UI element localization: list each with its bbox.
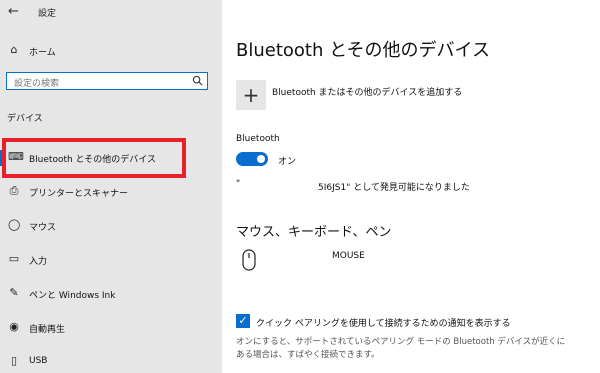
plus-icon: + <box>242 83 260 107</box>
device-name[interactable]: MOUSE <box>332 251 365 261</box>
titlebar: ← 設定 <box>0 0 222 24</box>
add-device-button[interactable]: + <box>236 80 266 110</box>
sidebar-item-pen[interactable]: ✎ ペンと Windows Ink <box>0 281 222 305</box>
section-heading: デバイス <box>7 114 43 124</box>
printer-icon: ⎙ <box>9 184 19 197</box>
sidebar-item-label: 入力 <box>29 257 48 267</box>
mouse-icon: ◯ <box>8 218 21 231</box>
highlight-box <box>2 138 186 178</box>
sidebar-item-label: マウス <box>29 223 57 233</box>
swift-pair-checkbox[interactable]: ✓ <box>236 314 250 328</box>
home-icon: ⌂ <box>10 43 18 56</box>
toggle-state-label: オン <box>278 157 297 167</box>
discoverable-quote: " <box>236 179 241 189</box>
search-placeholder: 設定の検索 <box>14 79 60 89</box>
keyboard-icon: ▭ <box>8 252 20 265</box>
autoplay-icon: ◉ <box>9 320 19 333</box>
swift-pair-label[interactable]: クイック ペアリングを使用して接続するための通知を表示する <box>256 316 511 329</box>
sidebar-item-label: ペンと Windows Ink <box>29 291 116 301</box>
sidebar-item-usb[interactable]: ▯ USB <box>0 349 222 373</box>
usb-icon: ▯ <box>10 354 18 367</box>
search-icon[interactable] <box>192 75 203 86</box>
back-arrow-icon[interactable]: ← <box>8 4 19 19</box>
add-device-label[interactable]: Bluetooth またはその他のデバイスを追加する <box>272 85 462 98</box>
main-content: Bluetooth とその他のデバイス + Bluetooth またはその他のデ… <box>222 0 600 373</box>
swift-pair-description: オンにすると、サポートされているペアリング モードの Bluetooth デバイ… <box>236 337 566 360</box>
sidebar-item-autoplay[interactable]: ◉ 自動再生 <box>0 315 222 339</box>
sidebar-item-printers[interactable]: ⎙ プリンターとスキャナー <box>0 179 222 203</box>
sidebar-item-label: プリンターとスキャナー <box>29 189 129 199</box>
sidebar-item-label: USB <box>29 356 48 366</box>
sidebar: ← 設定 ⌂ ホーム 設定の検索 デバイス ⌨ Bluetooth とその他のデ… <box>0 0 222 373</box>
sidebar-item-home[interactable]: ⌂ ホーム <box>0 40 222 60</box>
sidebar-item-label: 自動再生 <box>29 325 66 335</box>
search-input[interactable]: 設定の検索 <box>6 72 208 90</box>
pen-icon: ✎ <box>9 286 19 299</box>
mouse-icon[interactable] <box>242 249 256 271</box>
section-heading-mouse: マウス、キーボード、ペン <box>236 225 392 240</box>
sidebar-item-label: ホーム <box>29 48 56 58</box>
page-title: Bluetooth とその他のデバイス <box>236 40 491 61</box>
checkmark-icon: ✓ <box>238 314 248 327</box>
bluetooth-toggle[interactable] <box>236 152 268 166</box>
sidebar-item-typing[interactable]: ▭ 入力 <box>0 247 222 271</box>
toggle-knob <box>257 155 265 163</box>
app-title: 設定 <box>38 9 57 19</box>
sidebar-item-mouse[interactable]: ◯ マウス <box>0 213 222 237</box>
bluetooth-label: Bluetooth <box>236 134 280 144</box>
discoverable-text: 5I6JS1" として発見可能になりました <box>318 183 470 193</box>
